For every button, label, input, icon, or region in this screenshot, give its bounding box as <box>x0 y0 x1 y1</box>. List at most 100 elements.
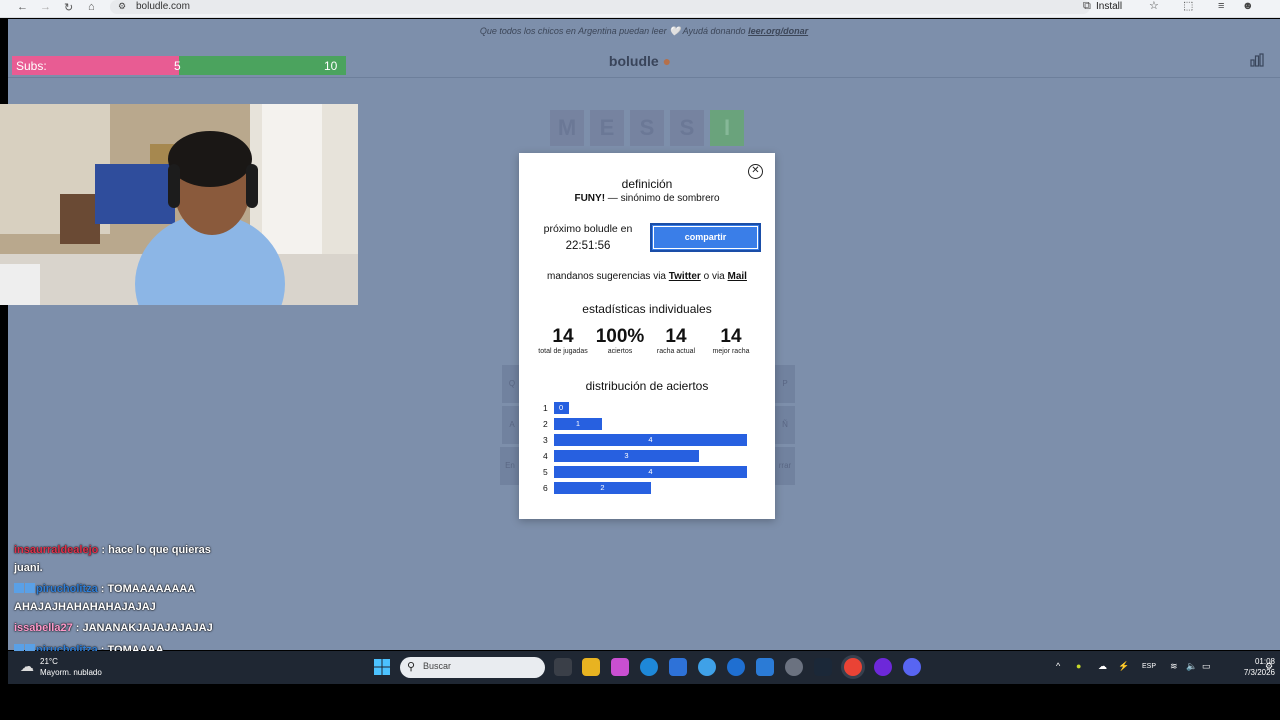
definition-text: FUNY! — sinónimo de sombrero <box>574 193 720 204</box>
wifi-icon[interactable]: ≋ <box>1170 661 1178 672</box>
stats-title: estadísticas individuales <box>582 302 712 316</box>
mail-icon[interactable] <box>756 658 774 676</box>
store-icon[interactable] <box>669 658 687 676</box>
guess-bar: 4 <box>554 466 747 478</box>
weather-cloud-icon[interactable]: ☁ <box>20 658 34 675</box>
tray-onedrive-icon[interactable]: ☁ <box>1098 661 1107 672</box>
back-icon[interactable]: ← <box>17 1 28 13</box>
battery-icon[interactable]: ▭ <box>1202 661 1211 672</box>
home-icon[interactable]: ⌂ <box>88 1 95 13</box>
next-game-countdown: 22:51:56 <box>565 240 611 252</box>
star-icon[interactable]: ☆ <box>1149 0 1159 13</box>
install-icon: ⧉ <box>1083 0 1091 12</box>
guess-bar: 0 <box>554 402 569 414</box>
stat-current-streak: 14 racha actual <box>656 326 696 355</box>
donate-link[interactable]: leer.org/donar <box>748 26 808 36</box>
guess-bar: 2 <box>554 482 651 494</box>
site-title: boludle ● <box>608 53 672 69</box>
discord-icon[interactable] <box>903 658 921 676</box>
guess-number: 6 <box>543 483 548 493</box>
chrome-icon[interactable] <box>844 658 862 676</box>
profile-icon[interactable]: ☻ <box>1242 0 1254 13</box>
tray-network-icon[interactable]: ⚡ <box>1118 661 1129 672</box>
chat-text: : hace lo que quieras <box>98 544 211 556</box>
guess-bar: 1 <box>554 418 602 430</box>
guess-number: 4 <box>543 451 548 461</box>
address-bar[interactable]: ⚙ boludle.com <box>110 0 1090 14</box>
guess-number: 2 <box>543 419 548 429</box>
header-divider <box>8 77 1280 78</box>
distribution-title: distribución de aciertos <box>585 379 709 393</box>
obs-icon[interactable] <box>874 658 892 676</box>
definition-title: definición <box>621 177 673 191</box>
screen: ← → ↻ ⌂ ⚙ boludle.com ⧉ Install ☆ ⬚ ≡ ☻ … <box>0 0 1280 720</box>
share-button[interactable]: compartir <box>650 223 761 252</box>
app-icon[interactable] <box>698 658 716 676</box>
chat-username[interactable]: pirucholitza <box>36 583 98 595</box>
extensions-icon[interactable]: ⬚ <box>1183 0 1193 13</box>
board-tile: M <box>550 110 584 146</box>
taskbar-search[interactable]: ⚲ Buscar <box>400 657 545 678</box>
stat-best-streak: 14 mejor racha <box>712 326 750 355</box>
guess-row: 43 <box>519 450 775 462</box>
chat-text-continued: AHAJAJHAHAHAHAJAJAJ <box>14 601 156 613</box>
guess-bar: 4 <box>554 434 747 446</box>
keyboard-key[interactable]: Ñ <box>775 406 795 444</box>
reading-list-icon[interactable]: ≡ <box>1218 0 1224 13</box>
file-explorer-icon[interactable] <box>582 658 600 676</box>
reload-icon[interactable]: ↻ <box>64 1 73 14</box>
webcam-feed <box>0 104 358 305</box>
board-tile: S <box>670 110 704 146</box>
site-info-icon[interactable]: ⚙ <box>118 1 126 12</box>
chat-text-continued: juani. <box>14 562 43 574</box>
volume-icon[interactable]: 🔈 <box>1186 661 1197 672</box>
weather-temperature[interactable]: 21°C <box>40 657 58 666</box>
windows-start-icon[interactable] <box>374 659 390 675</box>
stats-chart-icon[interactable] <box>1250 53 1264 67</box>
chat-message: pirucholitza : TOMAAAAAAAA AHAJAJHAHAHAHA… <box>14 580 254 616</box>
twitter-link[interactable]: Twitter <box>669 271 701 282</box>
definition-word: FUNY! <box>574 193 606 204</box>
install-button[interactable]: Install <box>1096 0 1122 13</box>
bottom-letterbox <box>0 684 1280 720</box>
board-tile: E <box>590 110 624 146</box>
chat-text: : TOMAAAAAAAA <box>97 583 196 595</box>
settings-icon[interactable] <box>785 658 803 676</box>
sub-goal-remaining <box>179 56 346 75</box>
next-game-label: próximo boludle en <box>543 223 633 235</box>
stat-played: 14 total de jugadas <box>538 326 588 355</box>
tray-chevron-icon[interactable]: ^ <box>1056 661 1060 671</box>
chat-username[interactable]: insaurraldealejo <box>14 544 98 556</box>
hp-icon[interactable] <box>727 658 745 676</box>
guess-number: 1 <box>543 403 548 413</box>
stat-win-rate: 100% aciertos <box>595 326 645 355</box>
task-view-icon[interactable] <box>554 658 572 676</box>
suggestions-text: mandanos sugerencias via Twitter o via M… <box>547 271 747 282</box>
mail-link[interactable]: Mail <box>728 271 747 282</box>
chat-badge-icon <box>14 583 24 593</box>
enter-key[interactable]: En <box>500 447 520 485</box>
keyboard-key[interactable]: P <box>775 365 795 403</box>
chat-badge-icon <box>25 583 35 593</box>
copilot-icon[interactable] <box>611 658 629 676</box>
board-tile-correct: I <box>710 110 744 146</box>
notifications-icon[interactable]: ⚙ <box>1265 661 1273 672</box>
forward-icon[interactable]: → <box>40 1 51 13</box>
search-placeholder: Buscar <box>423 661 452 671</box>
weather-description[interactable]: Mayorm. nublado <box>40 668 102 677</box>
chat-username[interactable]: issabella27 <box>14 622 73 634</box>
steam-icon[interactable] <box>814 658 832 676</box>
language-indicator[interactable]: ESP <box>1142 663 1156 670</box>
delete-key[interactable]: rrar <box>775 447 795 485</box>
edge-icon[interactable] <box>640 658 658 676</box>
guess-row: 54 <box>519 466 775 478</box>
sub-goal-current: 5 <box>174 59 181 73</box>
guess-row: 34 <box>519 434 775 446</box>
chat-message: insaurraldealejo : hace lo que quieras ju… <box>14 541 254 577</box>
sub-goal-target: 10 <box>324 59 338 73</box>
sub-goal-label: Subs: <box>16 59 47 73</box>
guess-bar: 3 <box>554 450 699 462</box>
tray-app-icon[interactable]: ● <box>1076 661 1081 671</box>
guess-row: 62 <box>519 482 775 494</box>
taskbar: ☁ 21°C Mayorm. nublado ⚲ Buscar ^ ● ☁ ⚡ … <box>8 651 1280 684</box>
